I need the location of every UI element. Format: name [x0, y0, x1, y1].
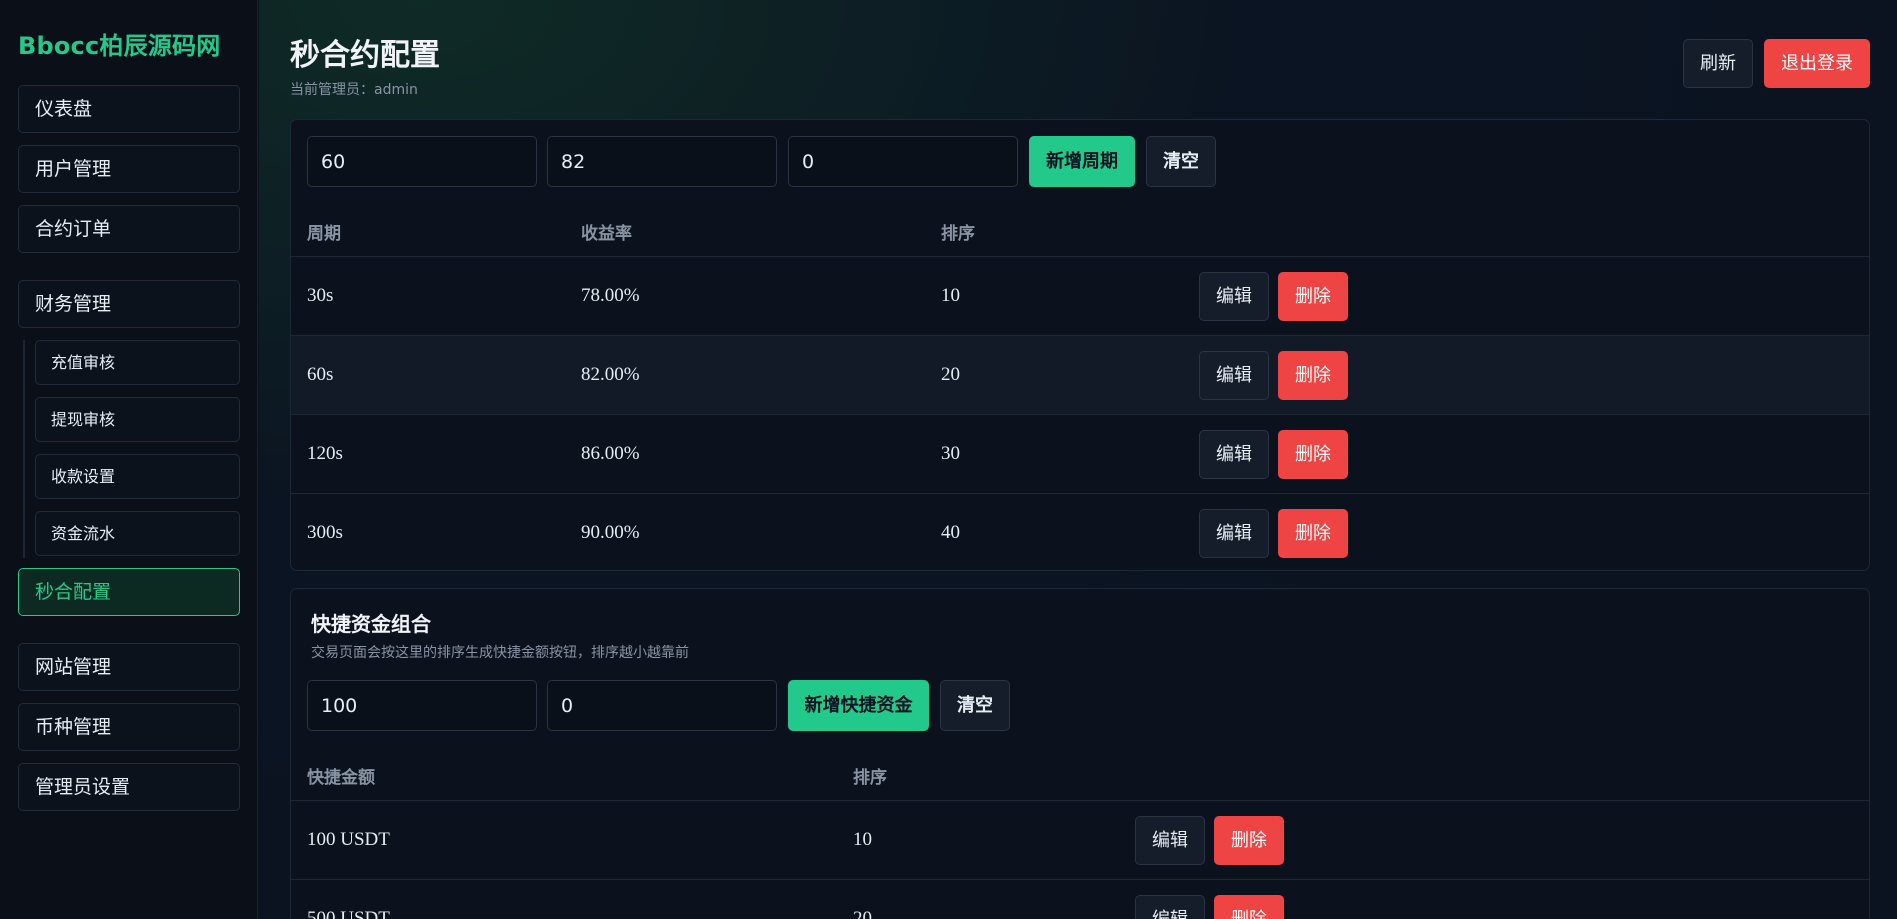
- page-title: 秒合约配置: [290, 38, 440, 73]
- quick-funds-description: 交易页面会按这里的排序生成快捷金额按钮，排序越小越靠前: [311, 645, 689, 661]
- brand-logo: Bbocc柏辰源码网: [18, 32, 221, 60]
- delete-button[interactable]: 删除: [1278, 509, 1348, 558]
- sort-cell: 20: [853, 908, 872, 919]
- sidebar-item-contract-orders[interactable]: 合约订单: [18, 205, 240, 253]
- sidebar-item-fund-flow[interactable]: 资金流水: [35, 511, 240, 556]
- edit-button[interactable]: 编辑: [1199, 509, 1269, 558]
- clear-period-button[interactable]: 清空: [1146, 136, 1216, 187]
- sidebar-item-dashboard[interactable]: 仪表盘: [18, 85, 240, 133]
- rate-cell: 86.00%: [581, 443, 640, 464]
- period-config-panel: 新增周期 清空 周期 收益率 排序 30s 78.00% 10 编辑 删除 60…: [290, 119, 1870, 571]
- submenu-divider: [23, 340, 25, 558]
- sidebar-item-currency-management[interactable]: 币种管理: [18, 703, 240, 751]
- table-row: 500 USDT 20 编辑 删除: [291, 879, 1869, 919]
- sort-cell: 10: [853, 829, 872, 850]
- column-header-sort: 排序: [941, 224, 975, 244]
- amount-cell: 100 USDT: [307, 829, 390, 850]
- edit-button[interactable]: 编辑: [1135, 816, 1205, 865]
- logout-button[interactable]: 退出登录: [1764, 39, 1870, 88]
- delete-button[interactable]: 删除: [1214, 816, 1284, 865]
- delete-button[interactable]: 删除: [1214, 895, 1284, 919]
- column-header-quick-amount: 快捷金额: [307, 768, 375, 788]
- edit-button[interactable]: 编辑: [1135, 895, 1205, 919]
- table-row: 300s 90.00% 40 编辑 删除: [291, 493, 1869, 570]
- sidebar: Bbocc柏辰源码网 仪表盘 用户管理 合约订单 财务管理 充值审核 提现审核 …: [0, 0, 258, 919]
- sort-cell: 40: [941, 522, 960, 543]
- table-row: 120s 86.00% 30 编辑 删除: [291, 414, 1869, 493]
- sort-cell: 30: [941, 443, 960, 464]
- sidebar-item-second-contract-config[interactable]: 秒合配置: [18, 568, 240, 616]
- edit-button[interactable]: 编辑: [1199, 430, 1269, 479]
- rate-cell: 82.00%: [581, 364, 640, 385]
- period-sort-input[interactable]: [788, 136, 1018, 187]
- table-row: 60s 82.00% 20 编辑 删除: [291, 335, 1869, 414]
- sort-cell: 10: [941, 285, 960, 306]
- quick-sort-input[interactable]: [547, 680, 777, 731]
- refresh-button[interactable]: 刷新: [1683, 39, 1753, 88]
- add-quick-fund-button[interactable]: 新增快捷资金: [788, 680, 929, 731]
- table-row: 30s 78.00% 10 编辑 删除: [291, 256, 1869, 335]
- rate-cell: 90.00%: [581, 522, 640, 543]
- sidebar-item-site-management[interactable]: 网站管理: [18, 643, 240, 691]
- sidebar-item-payment-settings[interactable]: 收款设置: [35, 454, 240, 499]
- sidebar-item-finance[interactable]: 财务管理: [18, 280, 240, 328]
- sidebar-item-withdraw-review[interactable]: 提现审核: [35, 397, 240, 442]
- quick-amount-input[interactable]: [307, 680, 537, 731]
- main-content: 秒合约配置 当前管理员：admin 刷新 退出登录 新增周期 清空 周期 收益率…: [259, 0, 1897, 919]
- edit-button[interactable]: 编辑: [1199, 351, 1269, 400]
- clear-quick-fund-button[interactable]: 清空: [940, 680, 1010, 731]
- sort-cell: 20: [941, 364, 960, 385]
- edit-button[interactable]: 编辑: [1199, 272, 1269, 321]
- delete-button[interactable]: 删除: [1278, 351, 1348, 400]
- add-period-button[interactable]: 新增周期: [1029, 136, 1135, 187]
- period-seconds-input[interactable]: [307, 136, 537, 187]
- rate-cell: 78.00%: [581, 285, 640, 306]
- delete-button[interactable]: 删除: [1278, 430, 1348, 479]
- period-cell: 30s: [307, 285, 334, 306]
- sidebar-item-users[interactable]: 用户管理: [18, 145, 240, 193]
- quick-funds-title: 快捷资金组合: [311, 612, 431, 636]
- quick-funds-panel: 快捷资金组合 交易页面会按这里的排序生成快捷金额按钮，排序越小越靠前 新增快捷资…: [290, 588, 1870, 919]
- column-header-quick-sort: 排序: [853, 768, 887, 788]
- delete-button[interactable]: 删除: [1278, 272, 1348, 321]
- column-header-period: 周期: [307, 224, 341, 244]
- period-cell: 300s: [307, 522, 343, 543]
- sidebar-item-admin-settings[interactable]: 管理员设置: [18, 763, 240, 811]
- sidebar-item-recharge-review[interactable]: 充值审核: [35, 340, 240, 385]
- current-admin-label: 当前管理员：admin: [290, 82, 418, 98]
- period-rate-input[interactable]: [547, 136, 777, 187]
- period-cell: 60s: [307, 364, 334, 385]
- column-header-rate: 收益率: [581, 224, 632, 244]
- amount-cell: 500 USDT: [307, 908, 390, 919]
- table-row: 100 USDT 10 编辑 删除: [291, 800, 1869, 879]
- period-cell: 120s: [307, 443, 343, 464]
